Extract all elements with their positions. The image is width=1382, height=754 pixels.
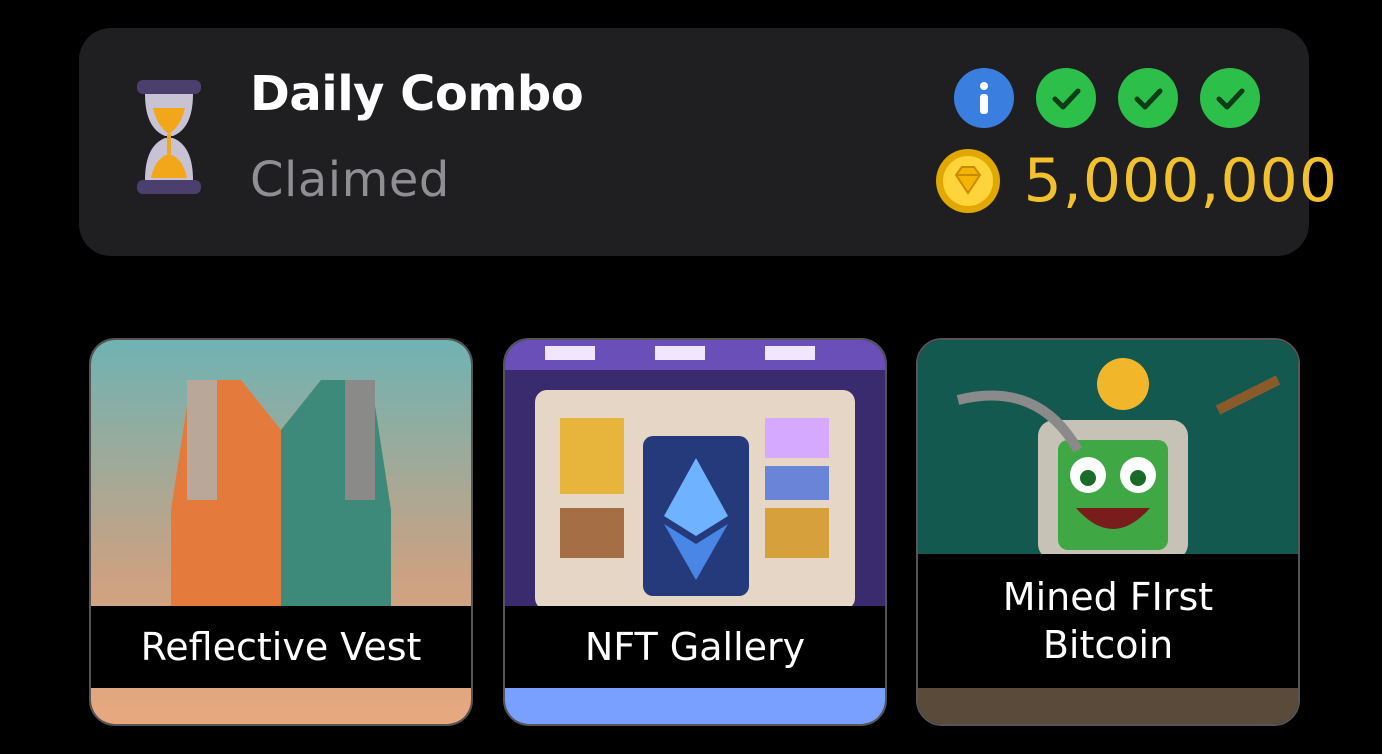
hourglass-icon	[137, 80, 201, 194]
combo-status: Claimed	[250, 152, 450, 208]
combo-card-nft-gallery[interactable]: NFT Gallery	[503, 338, 887, 726]
reward-amount: 5,000,000	[1023, 146, 1338, 216]
combo-card-mined-first-bitcoin[interactable]: Mined FIrst Bitcoin	[916, 338, 1300, 726]
combo-badges	[954, 68, 1260, 128]
info-icon[interactable]	[954, 68, 1014, 128]
check-icon	[1036, 68, 1096, 128]
card-label: Mined FIrst Bitcoin	[918, 554, 1298, 688]
card-label: NFT Gallery	[505, 606, 885, 688]
combo-title: Daily Combo	[250, 66, 584, 122]
card-label: Reflective Vest	[91, 606, 471, 688]
reward-row: 5,000,000	[934, 146, 1338, 216]
check-icon	[1200, 68, 1260, 128]
check-icon	[1118, 68, 1178, 128]
coin-icon	[935, 149, 1000, 213]
daily-combo-panel	[79, 28, 1309, 256]
combo-card-reflective-vest[interactable]: Reflective Vest	[89, 338, 473, 726]
